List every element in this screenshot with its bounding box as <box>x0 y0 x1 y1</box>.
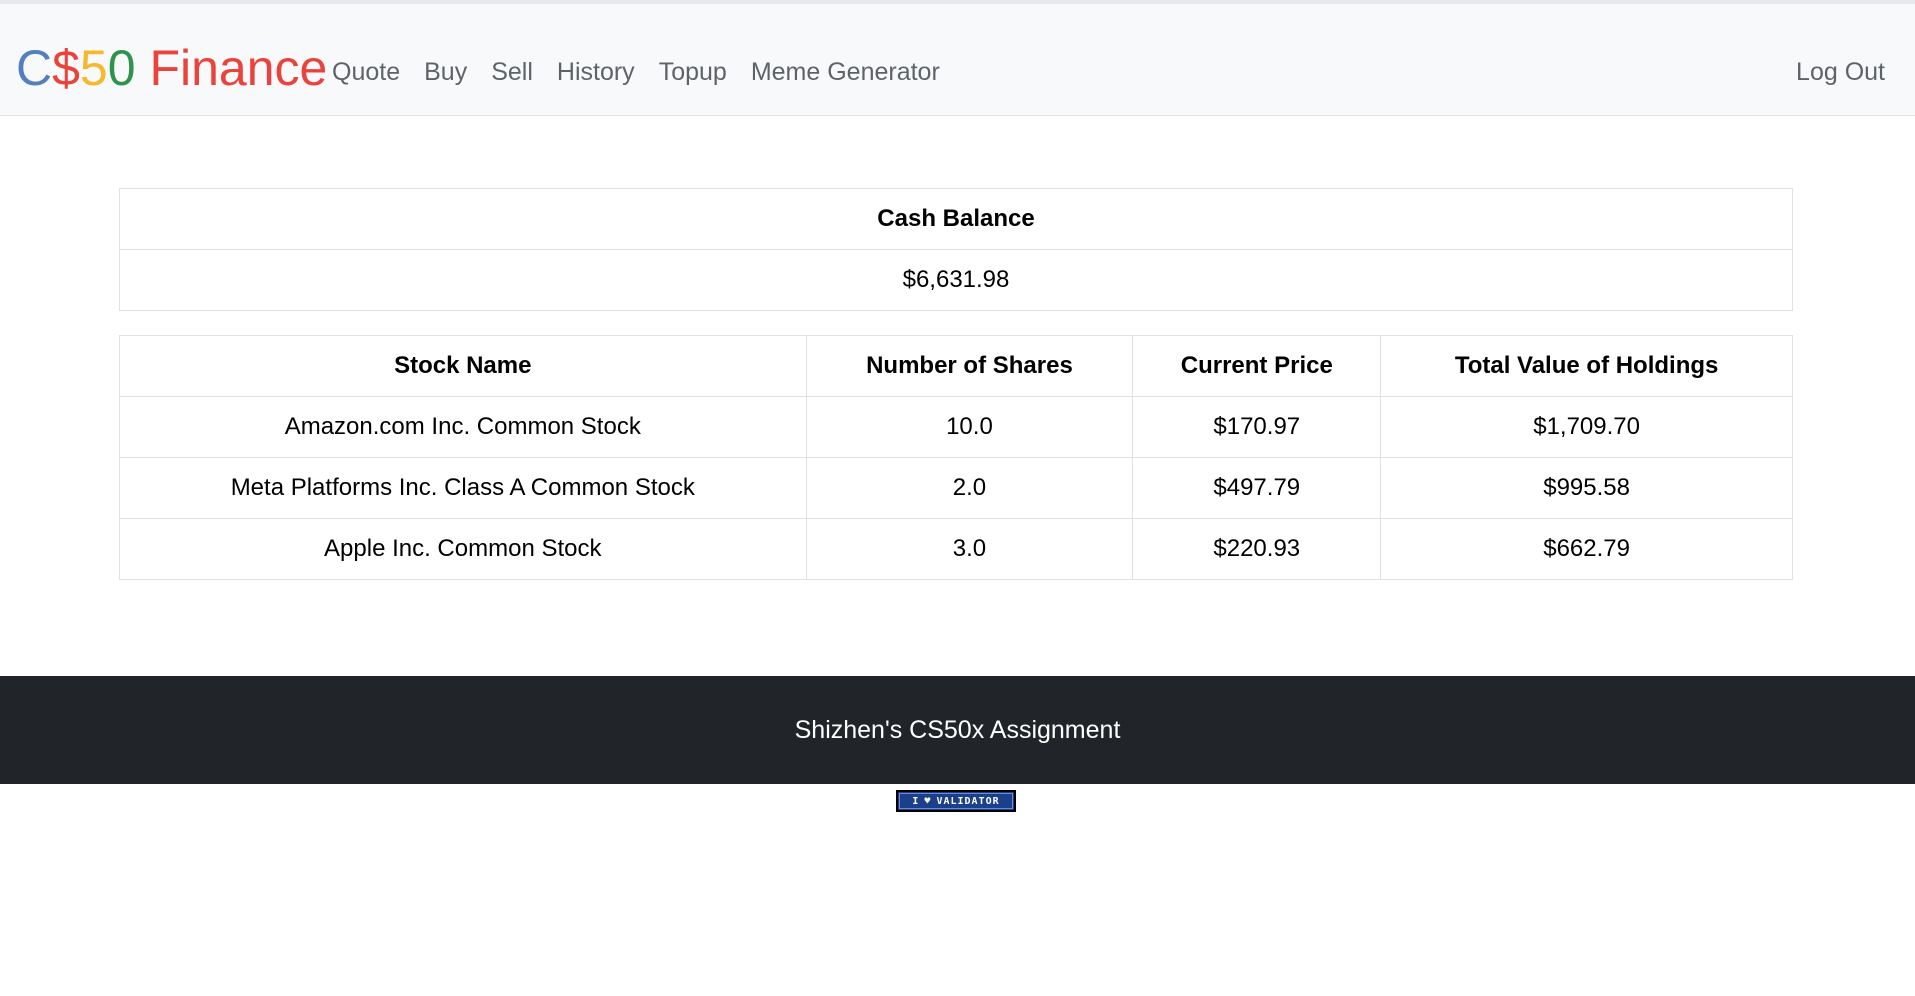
nav-link-quote[interactable]: Quote <box>320 54 412 90</box>
cash-balance-header: Cash Balance <box>119 188 1793 250</box>
nav-link-buy[interactable]: Buy <box>412 54 479 90</box>
table-row: Amazon.com Inc. Common Stock 10.0 $170.9… <box>119 396 1793 458</box>
shares-cell: 3.0 <box>805 518 1134 580</box>
shares-cell: 10.0 <box>805 396 1134 458</box>
price-cell: $170.97 <box>1132 396 1382 458</box>
brand-digit-5: 5 <box>79 40 108 96</box>
stock-name-cell: Amazon.com Inc. Common Stock <box>119 396 807 458</box>
stock-name-cell: Meta Platforms Inc. Class A Common Stock <box>119 457 807 519</box>
brand-word-finance: Finance <box>149 40 328 96</box>
nav-link-topup[interactable]: Topup <box>647 54 739 90</box>
nav-link-meme-generator[interactable]: Meme Generator <box>739 54 952 90</box>
total-value-cell: $1,709.70 <box>1380 396 1793 458</box>
column-header-number-of-shares: Number of Shares <box>805 335 1134 397</box>
brand-dollar: $ <box>52 40 80 96</box>
holdings-table: Stock Name Number of Shares Current Pric… <box>119 335 1793 580</box>
total-value-cell: $995.58 <box>1380 457 1793 519</box>
table-row: Apple Inc. Common Stock 3.0 $220.93 $662… <box>119 518 1793 580</box>
logout-link[interactable]: Log Out <box>1796 54 1885 90</box>
cash-balance-table: Cash Balance $6,631.98 <box>119 188 1793 311</box>
brand-letter-c: C <box>16 40 53 96</box>
footer: Shizhen's CS50x Assignment <box>0 676 1915 784</box>
navbar: C$50 Finance Quote Buy Sell History Topu… <box>0 0 1915 116</box>
footer-text: Shizhen's CS50x Assignment <box>794 715 1121 744</box>
table-row: Meta Platforms Inc. Class A Common Stock… <box>119 457 1793 519</box>
column-header-stock-name: Stock Name <box>119 335 807 397</box>
price-cell: $220.93 <box>1132 518 1382 580</box>
nav-link-history[interactable]: History <box>545 54 647 90</box>
cash-header-row: Cash Balance <box>119 188 1793 250</box>
validator-badge-link[interactable]: I ♥ VALIDATOR <box>896 790 1016 812</box>
stock-name-cell: Apple Inc. Common Stock <box>119 518 807 580</box>
heart-icon: ♥ <box>924 795 932 807</box>
column-header-current-price: Current Price <box>1132 335 1382 397</box>
nav-link-sell[interactable]: Sell <box>479 54 545 90</box>
holdings-header-row: Stock Name Number of Shares Current Pric… <box>119 335 1793 397</box>
price-cell: $497.79 <box>1132 457 1382 519</box>
validator-badge-label: VALIDATOR <box>936 795 1000 807</box>
nav-links: Quote Buy Sell History Topup Meme Genera… <box>320 54 952 90</box>
shares-cell: 2.0 <box>805 457 1134 519</box>
total-value-cell: $662.79 <box>1380 518 1793 580</box>
validator-badge-i: I <box>912 795 920 807</box>
column-header-total-value: Total Value of Holdings <box>1380 335 1793 397</box>
brand-logo-link[interactable]: C$50 Finance <box>16 38 327 98</box>
cash-balance-value: $6,631.98 <box>119 249 1793 311</box>
cash-value-row: $6,631.98 <box>119 249 1793 311</box>
brand-digit-0: 0 <box>107 40 136 96</box>
